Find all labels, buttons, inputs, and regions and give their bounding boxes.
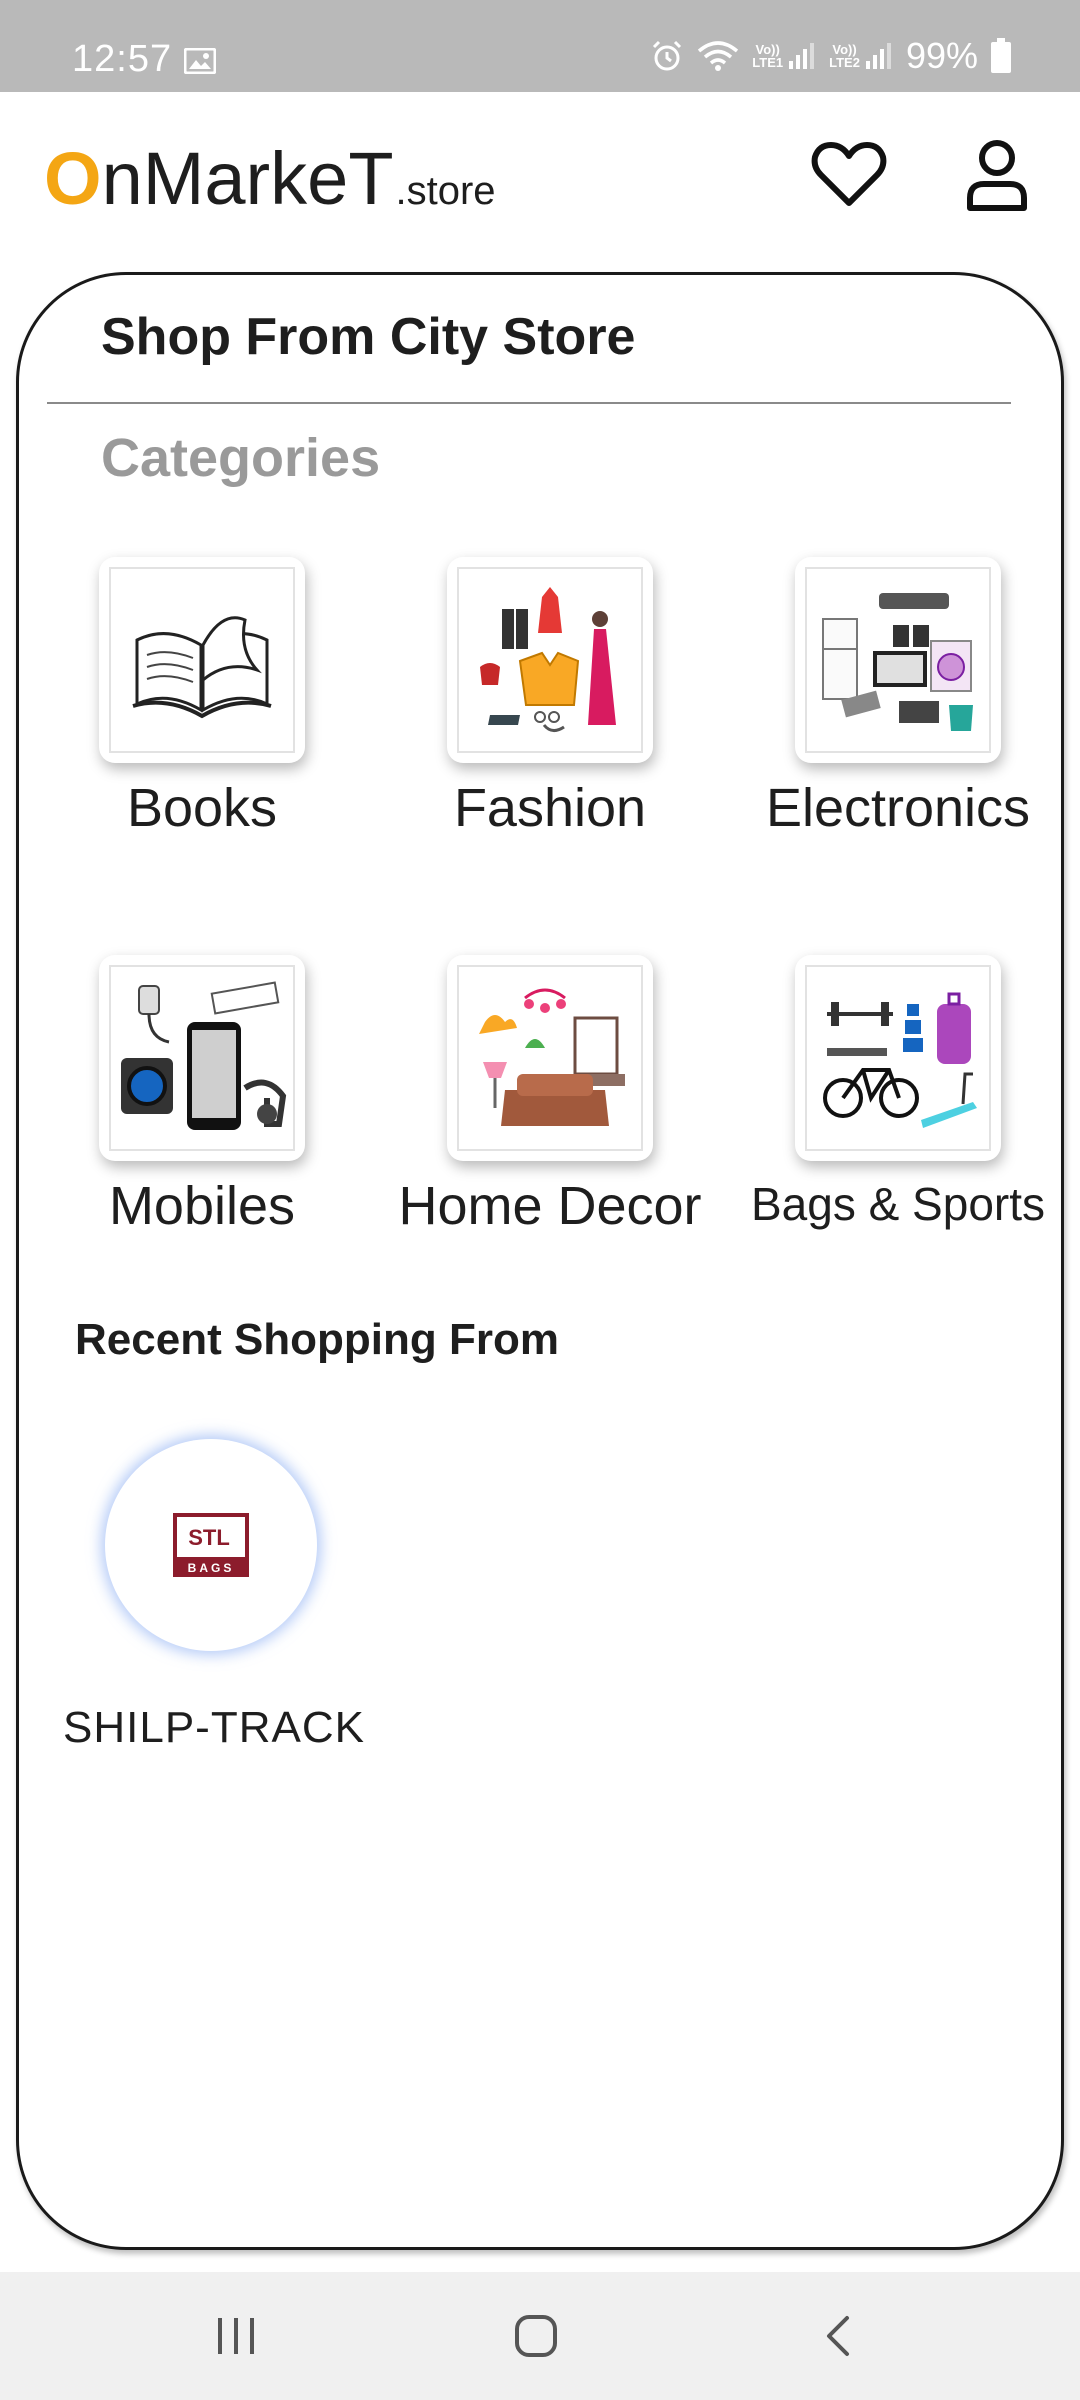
category-label: Electronics [765, 778, 1031, 838]
category-tile[interactable] [795, 955, 1001, 1161]
back-button[interactable] [778, 2296, 898, 2376]
categories-heading: Categories [101, 428, 381, 488]
recent-apps-button[interactable] [176, 2296, 296, 2376]
system-nav-bar [0, 2272, 1080, 2400]
category-tile[interactable] [795, 557, 1001, 763]
home-button[interactable] [476, 2296, 596, 2376]
signal-icon [789, 43, 815, 69]
app-logo[interactable]: O nMarkeT .store [44, 136, 496, 221]
fashion-icon [480, 587, 616, 732]
category-label: Books [126, 778, 278, 838]
recent-apps-icon [218, 2318, 254, 2354]
battery-icon [991, 38, 1011, 73]
store-logo-button[interactable]: STL BAGS [105, 1439, 317, 1651]
store-logo-text: STL [188, 1525, 230, 1550]
electronics-icon [822, 593, 973, 731]
logo-suffix: .store [395, 169, 496, 213]
status-icons: Vo)) LTE1 Vo)) LTE2 99% [650, 35, 1012, 76]
sim2-label: Vo)) LTE2 [829, 42, 860, 70]
logo-first-letter: O [44, 137, 102, 220]
category-label: Fashion [453, 778, 647, 838]
store-logo-subtext: BAGS [188, 1561, 235, 1575]
card-title: Shop From City Store [101, 308, 636, 366]
store-logo: STL BAGS [173, 1513, 249, 1577]
sim1-label: Vo)) LTE1 [752, 42, 784, 70]
wifi-icon [698, 41, 739, 71]
heart-icon [811, 142, 887, 206]
category-label: Mobiles [108, 1176, 296, 1236]
alarm-icon [653, 40, 682, 71]
status-time: 12:57 [72, 38, 173, 80]
account-button[interactable] [952, 130, 1042, 220]
wishlist-button[interactable] [804, 130, 894, 220]
recent-shopping-heading: Recent Shopping From [75, 1315, 559, 1364]
category-label: Bags & Sports [750, 1178, 1046, 1230]
status-bar: 12:57 Vo)) LTE1 Vo)) LTE2 99% [0, 0, 1080, 92]
logo-main-text: nMarkeT [101, 137, 394, 220]
home-icon [515, 2315, 557, 2357]
app-header: O nMarkeT .store [0, 92, 1080, 272]
book-icon [132, 616, 272, 719]
category-tile[interactable] [447, 955, 653, 1161]
category-tile[interactable] [99, 557, 305, 763]
back-icon [827, 2316, 849, 2356]
store-name[interactable]: SHILP-TRACK [63, 1703, 365, 1753]
divider [47, 402, 1011, 404]
home-decor-icon [479, 988, 625, 1126]
battery-percent: 99% [905, 35, 978, 76]
city-store-card: Shop From City Store Categories Books Fa… [16, 272, 1064, 2250]
gallery-icon [184, 48, 216, 74]
user-icon [967, 140, 1027, 211]
signal-icon [865, 43, 891, 69]
category-tile[interactable] [99, 955, 305, 1161]
category-label: Home Decor [398, 1176, 702, 1236]
bags-sports-icon [823, 992, 977, 1128]
category-tile[interactable] [447, 557, 653, 763]
mobiles-icon [121, 981, 287, 1130]
